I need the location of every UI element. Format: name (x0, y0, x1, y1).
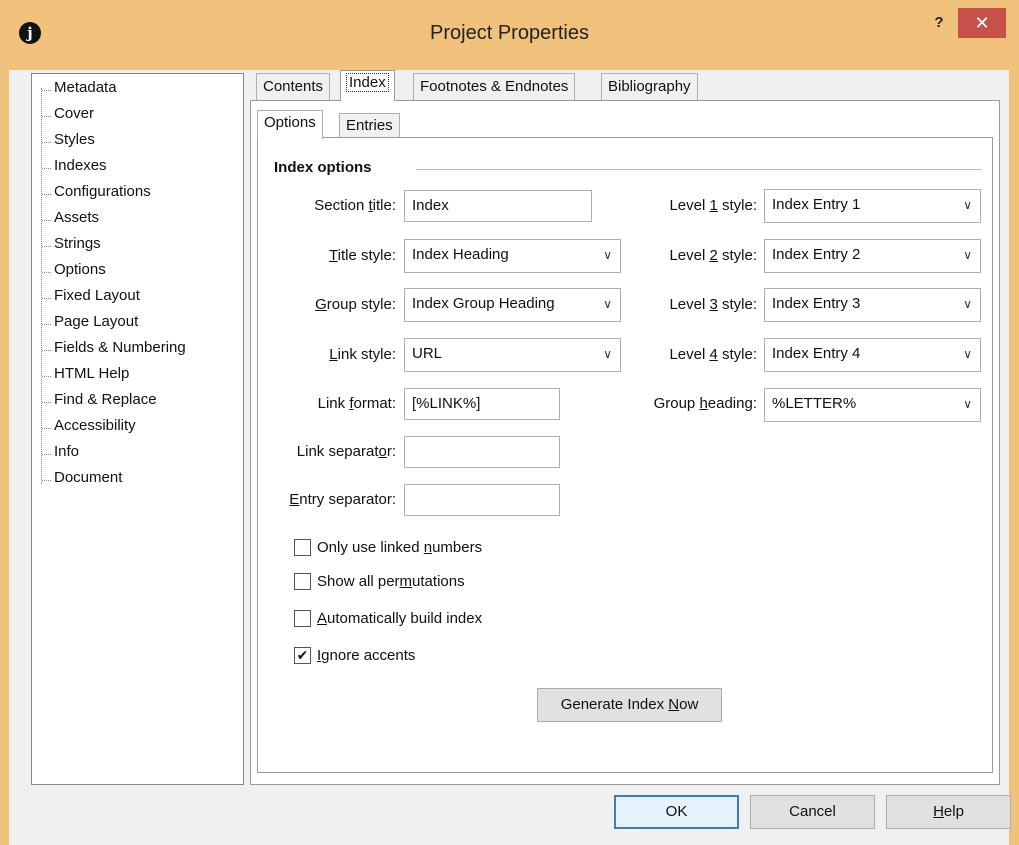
sidebar-item-cover[interactable]: Cover (41, 102, 94, 126)
level-4-style-select[interactable]: Index Entry 4 ∨ (764, 338, 981, 372)
help-button[interactable]: Help (886, 795, 1011, 829)
sidebar-item-strings[interactable]: Strings (42, 232, 101, 256)
tab-bibliography[interactable]: Bibliography (601, 73, 698, 100)
generate-index-now-button[interactable]: Generate Index Now (537, 688, 722, 722)
sidebar-item-indexes[interactable]: Indexes (42, 154, 107, 178)
index-tab-panel: Options Entries Index options Section ti… (250, 100, 1000, 785)
sidebar-item-fixed-layout[interactable]: Fixed Layout (42, 284, 140, 308)
chevron-down-icon: ∨ (963, 397, 972, 411)
tree-connector (41, 88, 42, 484)
tab-contents[interactable]: Contents (256, 73, 331, 100)
entry-separator-input[interactable] (404, 484, 560, 516)
group-style-select[interactable]: Index Group Heading ∨ (404, 288, 621, 322)
group-divider (416, 169, 982, 170)
tab-label: Index (346, 73, 389, 92)
sidebar-item-configurations[interactable]: Configurations (42, 180, 151, 204)
close-button[interactable]: ✕ (958, 8, 1006, 38)
section-title-input[interactable]: Index (404, 190, 592, 222)
subtab-label: Entries (346, 117, 393, 134)
tab-index[interactable]: Index (340, 70, 395, 101)
level-2-style-select[interactable]: Index Entry 2 ∨ (764, 239, 981, 273)
chevron-down-icon: ∨ (963, 347, 972, 361)
link-style-select[interactable]: URL ∨ (404, 338, 621, 372)
chevron-down-icon: ∨ (963, 248, 972, 262)
link-format-label: Link format: (317, 395, 396, 412)
chevron-down-icon: ∨ (963, 198, 972, 212)
checkbox-box (294, 609, 311, 627)
group-heading-select[interactable]: %LETTER% ∨ (764, 388, 981, 422)
link-separator-input[interactable] (404, 436, 560, 468)
sidebar-item-find-replace[interactable]: Find & Replace (42, 388, 157, 412)
tab-label: Bibliography (608, 78, 691, 95)
options-panel: Index options Section title: Title style… (257, 137, 993, 773)
section-title-label: Section title: (314, 197, 396, 214)
sidebar-item-accessibility[interactable]: Accessibility (42, 414, 136, 438)
sidebar-item-assets[interactable]: Assets (41, 206, 99, 230)
cancel-button[interactable]: Cancel (750, 795, 875, 829)
window-title: Project Properties (430, 22, 589, 44)
link-separator-label: Link separator: (296, 443, 396, 460)
sidebar-tree[interactable]: Metadata Cover Styles Indexes Configurations… (31, 73, 244, 785)
chevron-down-icon: ∨ (603, 248, 612, 262)
only-linked-numbers-checkbox[interactable]: Only use linked numbers (294, 537, 482, 559)
level-3-style-label: Level 3 style: (669, 296, 757, 313)
dialog-body: Metadata Cover Styles Indexes Configurations… (9, 70, 1011, 845)
group-title: Index options (274, 159, 372, 176)
sidebar-item-document[interactable]: Document (41, 466, 122, 490)
chevron-down-icon: ∨ (603, 297, 612, 311)
tab-label: Footnotes & Endnotes (420, 78, 569, 95)
checkbox-box (294, 572, 311, 590)
sidebar-item-info[interactable]: Info (41, 440, 79, 464)
sidebar-item-page-layout[interactable]: Page Layout (41, 310, 138, 334)
sidebar-item-styles[interactable]: Styles (42, 128, 95, 152)
title-bar: j Project Properties ? ✕ (0, 0, 1019, 70)
close-icon: ✕ (974, 13, 990, 33)
sidebar-item-options[interactable]: Options (42, 258, 106, 282)
ignore-accents-checkbox[interactable]: ✔ Ignore accents (294, 645, 415, 667)
group-heading-label: Group heading: (653, 395, 757, 412)
chevron-down-icon: ∨ (963, 297, 972, 311)
checkbox-box (294, 538, 311, 556)
title-style-select[interactable]: Index Heading ∨ (404, 239, 621, 273)
tab-label: Contents (263, 78, 324, 95)
subtab-options[interactable]: Options (257, 110, 323, 139)
level-4-style-label: Level 4 style: (669, 346, 757, 363)
group-style-label: Group style: (315, 296, 396, 313)
auto-build-index-checkbox[interactable]: Automatically build index (294, 608, 482, 630)
link-format-input[interactable]: [%LINK%] (404, 388, 560, 420)
sidebar-item-html-help[interactable]: HTML Help (41, 362, 129, 386)
level-1-style-label: Level 1 style: (669, 197, 757, 214)
entry-separator-label: Entry separator: (289, 491, 396, 508)
level-3-style-select[interactable]: Index Entry 3 ∨ (764, 288, 981, 322)
help-icon[interactable]: ? (928, 14, 950, 36)
level-1-style-select[interactable]: Index Entry 1 ∨ (764, 189, 981, 223)
subtab-entries[interactable]: Entries (339, 113, 400, 138)
show-all-permutations-checkbox[interactable]: Show all permutations (294, 571, 465, 593)
tab-footnotes-endnotes[interactable]: Footnotes & Endnotes (413, 73, 576, 100)
subtab-label: Options (264, 114, 316, 131)
link-style-label: Link style: (329, 346, 396, 363)
sidebar-item-fields-numbering[interactable]: Fields & Numbering (42, 336, 186, 360)
title-style-label: Title style: (329, 247, 396, 264)
checkbox-box: ✔ (294, 646, 311, 664)
level-2-style-label: Level 2 style: (669, 247, 757, 264)
ok-button[interactable]: OK (614, 795, 739, 829)
chevron-down-icon: ∨ (603, 347, 612, 361)
sidebar-item-metadata[interactable]: Metadata (42, 76, 117, 100)
